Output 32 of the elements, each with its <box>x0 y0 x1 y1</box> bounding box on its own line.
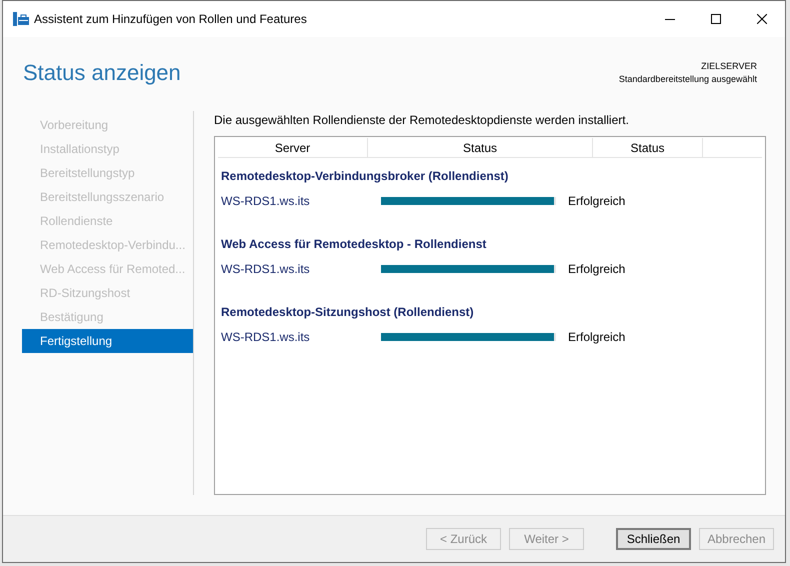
window-title: Assistent zum Hinzufügen von Rollen und Features <box>34 11 307 28</box>
column-header[interactable]: Server <box>218 138 368 157</box>
status-text: Erfolgreich <box>568 193 626 210</box>
minimize-icon <box>665 18 675 20</box>
wizard-step[interactable]: Installationstyp <box>22 137 193 161</box>
role-title: Remotedesktop-Verbindungsbroker (Rollendienst) <box>221 168 508 184</box>
target-server-label: ZIELSERVER <box>701 60 757 73</box>
role-title: Remotedesktop-Sitzungshost (Rollendienst) <box>221 304 474 320</box>
wizard-step[interactable]: RD-Sitzungshost <box>22 281 193 305</box>
status-text: Erfolgreich <box>568 261 626 278</box>
server-name: WS-RDS1.ws.its <box>221 261 311 278</box>
wizard-step[interactable]: Fertigstellung <box>22 329 193 353</box>
wizard-step[interactable]: Web Access für Remoted... <box>22 257 193 281</box>
column-header[interactable]: Status <box>368 138 593 157</box>
role-title: Web Access für Remotedesktop - Rollendienst <box>221 236 486 252</box>
wizard-step[interactable]: Rollendienste <box>22 209 193 233</box>
wizard-step[interactable]: Bereitstellungsszenario <box>22 185 193 209</box>
status-text: Erfolgreich <box>568 329 626 346</box>
toolbox-icon <box>13 12 29 26</box>
column-header[interactable]: Status <box>593 138 703 157</box>
server-name: WS-RDS1.ws.its <box>221 329 311 346</box>
info-text: Die ausgewählten Rollendienste der Remotedesktopdienste werden installiert. <box>214 112 630 128</box>
server-name: WS-RDS1.ws.its <box>221 193 311 210</box>
maximize-icon <box>711 14 721 24</box>
target-server-value: Standardbereitstellung ausgewählt <box>618 73 757 86</box>
wizard-step[interactable]: Bestätigung <box>22 305 193 329</box>
close-icon <box>757 14 767 24</box>
wizard-step[interactable]: Vorbereitung <box>22 113 193 137</box>
wizard-button[interactable]: Schließen <box>616 528 691 550</box>
wizard-step[interactable]: Remotedesktop-Verbindu... <box>22 233 193 257</box>
page-title: Status anzeigen <box>23 59 181 87</box>
wizard-step[interactable]: Bereitstellungstyp <box>22 161 193 185</box>
